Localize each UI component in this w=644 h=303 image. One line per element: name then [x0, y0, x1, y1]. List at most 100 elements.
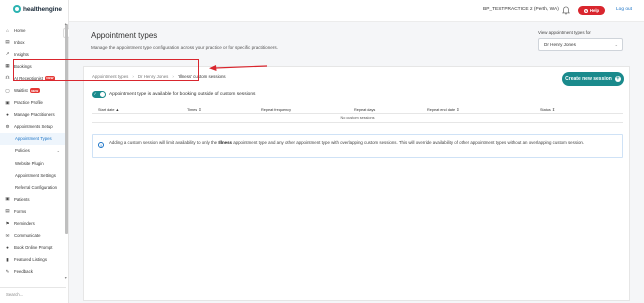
healthengine-logo-icon [13, 5, 21, 13]
sidebar-item-book-online-prompt[interactable]: ● Book Online Prompt [0, 242, 66, 254]
column-status[interactable]: Status ⇕ [540, 107, 555, 112]
sort-asc-icon: ▲ [115, 107, 120, 112]
sidebar-item-label: Appointment Settings [15, 172, 56, 178]
search-placeholder: Search... [6, 291, 24, 297]
sidebar-item-appointment-settings[interactable]: Appointment Settings [0, 169, 66, 181]
sort-icon: ⇕ [551, 108, 556, 112]
view-for-label: View appointment types for [538, 30, 591, 35]
headset-icon: ☊ [5, 75, 10, 81]
sidebar: healthengine ‹ ⌂Home▤Inbox↗Insights▦Book… [0, 0, 70, 303]
scroll-down-icon[interactable]: ▼ [64, 276, 67, 280]
sort-icon: ⇕ [198, 108, 202, 112]
sidebar-item-label: Forms [14, 208, 27, 214]
help-button[interactable]: ? Help [578, 6, 605, 15]
column-repeat-frequency: Repeat frequency [261, 107, 291, 112]
new-badge: NEW [29, 88, 40, 94]
sidebar-item-forms[interactable]: ▤ Forms [0, 205, 66, 217]
annotation-arrow-icon [209, 65, 267, 71]
featured-icon: ▮ [6, 256, 9, 262]
sidebar-item-inbox[interactable]: ▤ Inbox [0, 36, 66, 48]
sidebar-item-label: Reminders [14, 221, 35, 227]
create-session-label: Create new session [565, 76, 612, 82]
sidebar-item-manage-practitioners[interactable]: ● Manage Practitioners [0, 109, 66, 121]
logo[interactable]: healthengine [13, 5, 62, 13]
sidebar-item-featured-listings[interactable]: ▮ Featured Listings [0, 254, 66, 266]
sidebar-item-policies[interactable]: Policies ⌄ [0, 145, 66, 157]
sidebar-item-website-plugin[interactable]: Website Plugin [0, 157, 66, 169]
feedback-icon: ✎ [5, 268, 10, 274]
brand-name: healthengine [23, 5, 62, 13]
outside-sessions-toggle-label: Appointment type is available for bookin… [109, 92, 256, 97]
calendar-icon: ▦ [5, 63, 10, 69]
book-online-icon: ● [6, 245, 9, 251]
sidebar-item-appointment-types[interactable]: Appointment Types [0, 132, 66, 145]
patients-icon: ▣ [5, 196, 10, 202]
info-banner: i Adding a custom session will limit ava… [92, 134, 623, 158]
sidebar-item-label: Appointment Types [15, 136, 52, 142]
bell-icon[interactable] [562, 6, 570, 15]
communicate-icon: ✉ [5, 232, 10, 238]
logout-link[interactable]: Log out [616, 7, 632, 12]
column-label: Repeat end date [427, 108, 456, 112]
sidebar-item-label: Book Online Prompt [14, 245, 53, 251]
sidebar-item-label: Referral Configuration [15, 184, 58, 190]
inbox-icon: ▤ [5, 39, 10, 45]
sort-icon: ⇕ [456, 108, 460, 112]
sidebar-item-communicate[interactable]: ✉ Communicate [0, 230, 66, 242]
sidebar-item-label: Website Plugin [15, 160, 44, 166]
info-text-before: Adding a custom session will limit avail… [109, 140, 219, 145]
sidebar-item-label: Insights [14, 51, 29, 57]
outside-sessions-toggle[interactable] [92, 91, 106, 98]
practitioner-select-value: Dr Henry Jones [544, 42, 576, 47]
column-label: Times [187, 108, 198, 112]
outside-sessions-toggle-row: Appointment type is available for bookin… [92, 91, 255, 98]
chevron-down-icon: ⌄ [614, 42, 618, 47]
info-icon: i [98, 142, 104, 148]
help-icon: ? [583, 8, 588, 13]
practitioner-select[interactable]: Dr Henry Jones ⌄ [538, 38, 623, 51]
table-empty-row: No custom sessions [92, 114, 623, 123]
column-repeat-end-date[interactable]: Repeat end date ⇕ [427, 107, 459, 112]
sidebar-item-label: Policies [15, 148, 30, 154]
info-text-bold: Illness [218, 140, 232, 145]
sidebar-item-reminders[interactable]: ⚑ Reminders [0, 218, 66, 230]
scroll-up-icon[interactable]: ▲ [64, 22, 67, 26]
sidebar-item-label: Patients [14, 196, 30, 202]
highlight-annotation-box [13, 59, 199, 81]
practice-name: BP_TESTPRACTICE 2 (Perth, WA) [483, 7, 559, 12]
sidebar-item-label: Manage Practitioners [14, 112, 55, 118]
sidebar-item-label: Communicate [14, 233, 41, 239]
topbar: BP_TESTPRACTICE 2 (Perth, WA) ? Help Log… [69, 0, 644, 22]
create-new-session-button[interactable]: Create new session + [562, 72, 624, 86]
practitioners-icon: ● [6, 112, 9, 118]
sessions-card: Appointment types › Dr Henry Jones › 'Il… [83, 66, 630, 301]
sidebar-item-label: Waitlist [14, 88, 28, 94]
help-label: Help [589, 8, 600, 13]
sidebar-item-waitlist[interactable]: ▢ Waitlist NEW [0, 84, 66, 96]
column-label: Status [540, 108, 551, 112]
page-subtitle: Manage the appointment type configuratio… [91, 45, 278, 50]
sidebar-item-appointments-setup[interactable]: ⚙ Appointments Setup [0, 121, 66, 133]
info-text: Adding a custom session will limit avail… [109, 140, 609, 147]
column-repeat-days: Repeat days [354, 107, 376, 112]
column-times[interactable]: Times ⇕ [187, 107, 201, 112]
profile-icon: ▣ [5, 99, 10, 105]
sidebar-item-referral-configuration[interactable]: Referral Configuration [0, 181, 66, 193]
sidebar-item-patients[interactable]: ▣ Patients [0, 193, 66, 205]
sidebar-item-label: Practice Profile [14, 100, 43, 106]
sidebar-search-input[interactable]: Search... [0, 287, 66, 300]
sidebar-item-label: Featured Listings [14, 257, 47, 263]
sidebar-item-home[interactable]: ⌂ Home [0, 24, 66, 36]
forms-icon: ▤ [5, 208, 10, 214]
waitlist-icon: ▢ [5, 87, 10, 93]
plus-icon: + [614, 76, 621, 82]
home-icon: ⌂ [6, 27, 9, 33]
sidebar-scrollbar[interactable] [65, 24, 68, 234]
sessions-table: Start date ▲ Times ⇕ Repeat frequency Re… [92, 106, 623, 123]
column-start-date[interactable]: Start date ▲ [98, 108, 119, 112]
column-label: Start date [98, 107, 115, 112]
insights-icon: ↗ [5, 51, 10, 57]
sidebar-item-feedback[interactable]: ✎ Feedback [0, 266, 66, 278]
chevron-down-icon: ⌄ [56, 148, 60, 154]
sidebar-item-practice-profile[interactable]: ▣ Practice Profile [0, 97, 66, 109]
